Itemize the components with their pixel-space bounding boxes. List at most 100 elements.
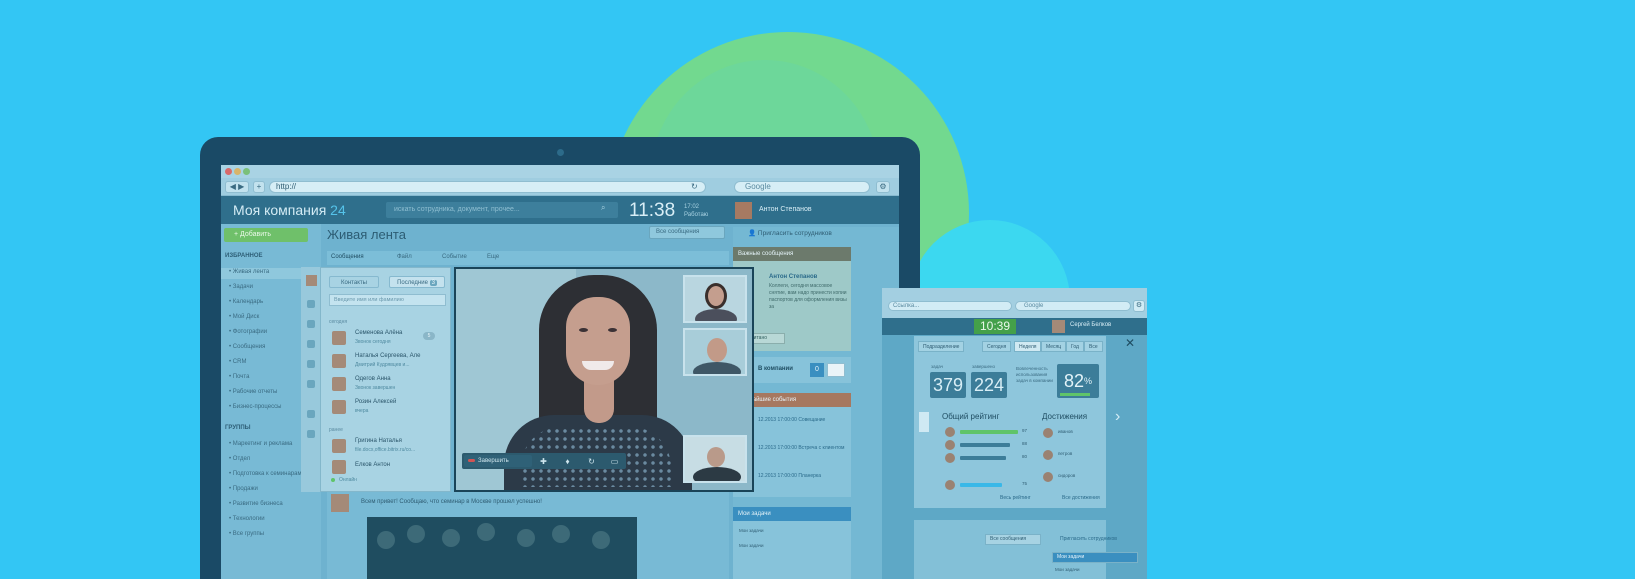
user-avatar[interactable] xyxy=(735,202,752,219)
cloud-icon[interactable] xyxy=(307,360,315,368)
close-icon[interactable]: ✕ xyxy=(1125,336,1135,350)
invite-link[interactable]: 👤 Пригласить сотрудников xyxy=(748,229,832,237)
tablet-user-avatar[interactable] xyxy=(1052,320,1065,333)
sidebar-item[interactable]: Фотографии xyxy=(229,329,267,335)
contact-avatar[interactable] xyxy=(332,460,346,474)
all-achievements-link[interactable]: Все достижения xyxy=(1062,495,1100,501)
tab-week[interactable]: Неделя xyxy=(1014,341,1042,352)
contact-avatar[interactable] xyxy=(332,400,346,414)
contact-avatar[interactable] xyxy=(332,354,346,368)
tab-all[interactable]: Все xyxy=(1084,341,1103,352)
achiever-avatar[interactable] xyxy=(1043,428,1053,438)
tab-more[interactable]: Еще xyxy=(487,254,499,260)
browser-search-input[interactable]: Google xyxy=(734,181,870,193)
tab-event[interactable]: Событие xyxy=(442,254,467,260)
clock[interactable]: 11:38 xyxy=(629,200,675,222)
brand-logo[interactable]: Моя компания 24 xyxy=(233,202,346,218)
reload-icon[interactable]: ↻ xyxy=(691,182,698,191)
achiever-avatar[interactable] xyxy=(1043,472,1053,482)
user-name[interactable]: Антон Степанов xyxy=(759,206,812,213)
sidebar-item[interactable]: Рабочие отчеты xyxy=(229,389,278,395)
achiever-name[interactable]: сидоров xyxy=(1058,473,1075,478)
sidebar-group[interactable]: Все группы xyxy=(229,531,264,537)
contact-name[interactable]: Одегов Анна xyxy=(355,376,391,382)
search-icon[interactable]: ⌕ xyxy=(601,203,605,213)
contact-name[interactable]: Григина Наталья xyxy=(355,438,402,444)
minimize-window-button[interactable] xyxy=(234,168,241,175)
prev-arrow[interactable] xyxy=(919,412,929,432)
rating-avatar[interactable] xyxy=(945,453,955,463)
phone-icon[interactable] xyxy=(307,340,315,348)
participant-thumbnail[interactable] xyxy=(683,328,747,376)
next-arrow-icon[interactable]: › xyxy=(1115,408,1120,426)
tab-messages[interactable]: Сообщения xyxy=(331,254,364,260)
contact-avatar[interactable] xyxy=(332,331,346,345)
company-toggle[interactable] xyxy=(827,363,845,377)
tablet-search-input[interactable]: Google xyxy=(1015,301,1131,311)
sidebar-item[interactable]: Почта xyxy=(229,374,250,380)
chat-icon[interactable] xyxy=(307,300,315,308)
sidebar-group[interactable]: Маркетинг и реклама xyxy=(229,441,293,447)
participant-thumbnail[interactable] xyxy=(683,435,747,483)
tab-recent[interactable]: Последние 3 xyxy=(389,276,445,288)
rating-avatar[interactable] xyxy=(945,440,955,450)
post-author-avatar[interactable] xyxy=(331,494,349,512)
work-status[interactable]: 17:02 Работаю xyxy=(684,203,708,219)
tab-month[interactable]: Месяц xyxy=(1041,341,1067,352)
sidebar-item[interactable]: Мой Диск xyxy=(229,314,259,320)
microphone-icon[interactable]: ♦ xyxy=(562,457,573,466)
achiever-avatar[interactable] xyxy=(1043,450,1053,460)
event-item[interactable]: 12.2013 17:00:00 Планерка xyxy=(758,473,848,479)
group-chat-icon[interactable] xyxy=(307,410,315,418)
tab-department[interactable]: Подразделение xyxy=(918,341,965,352)
sidebar-group[interactable]: Подготовка к семинарам xyxy=(229,471,302,477)
contact-name[interactable]: Наталья Сергеева, Але xyxy=(355,353,420,359)
achiever-name[interactable]: петров xyxy=(1058,451,1072,456)
tablet-url-input[interactable]: Ссылка... xyxy=(888,301,1012,311)
switch-camera-icon[interactable]: ↻ xyxy=(586,457,597,466)
tab-today[interactable]: Сегодня xyxy=(982,341,1012,352)
contact-name[interactable]: Розин Алексей xyxy=(355,399,396,405)
url-input[interactable]: http:// xyxy=(269,181,706,193)
online-status[interactable]: Онлайн xyxy=(339,477,357,483)
history-icon[interactable] xyxy=(307,430,315,438)
close-window-button[interactable] xyxy=(225,168,232,175)
tab-file[interactable]: Файл xyxy=(397,254,412,260)
back-forward-buttons[interactable]: ◀ ▶ xyxy=(225,181,249,193)
sidebar-item[interactable]: Живая лента xyxy=(229,269,269,275)
event-item[interactable]: 12.2013 17:00:00 Совещание xyxy=(758,417,848,423)
sidebar-item[interactable]: CRM xyxy=(229,359,247,365)
company-count[interactable]: 0 xyxy=(810,363,824,377)
chat-icon[interactable]: ▭ xyxy=(609,457,620,466)
sidebar-group[interactable]: Технологии xyxy=(229,516,265,522)
notifications-icon[interactable] xyxy=(307,320,315,328)
task-item[interactable]: Мои задачи xyxy=(739,543,764,548)
tablet-clock[interactable]: 10:39 xyxy=(974,319,1016,334)
tab-year[interactable]: Год xyxy=(1066,341,1084,352)
settings-icon[interactable]: ⚙ xyxy=(1133,300,1145,312)
end-call-button[interactable]: Завершить xyxy=(464,455,532,467)
post-photo[interactable] xyxy=(367,517,637,579)
sidebar-group[interactable]: Отдел xyxy=(229,456,250,462)
self-avatar[interactable] xyxy=(306,275,317,286)
contact-avatar[interactable] xyxy=(332,377,346,391)
task-item[interactable]: Мои задачи xyxy=(739,528,764,533)
event-item[interactable]: 12.2013 17:00:00 Встреча с клиентом xyxy=(758,445,848,451)
participant-thumbnail[interactable] xyxy=(683,275,747,323)
contact-name[interactable]: Елков Антон xyxy=(355,462,390,468)
tablet-filter-select[interactable]: Все сообщения xyxy=(985,534,1041,545)
tablet-invite-link[interactable]: Пригласить сотрудников xyxy=(1060,536,1117,542)
sidebar-item[interactable]: Сообщения xyxy=(229,344,266,350)
add-participant-icon[interactable]: ✚ xyxy=(538,457,549,466)
tab-contacts[interactable]: Контакты xyxy=(329,276,379,288)
sidebar-group[interactable]: Развитие бизнеса xyxy=(229,501,283,507)
maximize-window-button[interactable] xyxy=(243,168,250,175)
add-button[interactable]: + Добавить xyxy=(224,228,308,242)
settings-icon[interactable]: ⚙ xyxy=(876,181,890,193)
sidebar-favorites-header[interactable]: ИЗБРАННОЕ xyxy=(225,253,263,259)
contact-avatar[interactable] xyxy=(332,439,346,453)
message-filter-select[interactable]: Все сообщения xyxy=(649,226,725,239)
rating-avatar[interactable] xyxy=(945,427,955,437)
tablet-task-item[interactable]: Мои задачи xyxy=(1055,567,1080,572)
add-tab-button[interactable]: + xyxy=(253,181,265,193)
